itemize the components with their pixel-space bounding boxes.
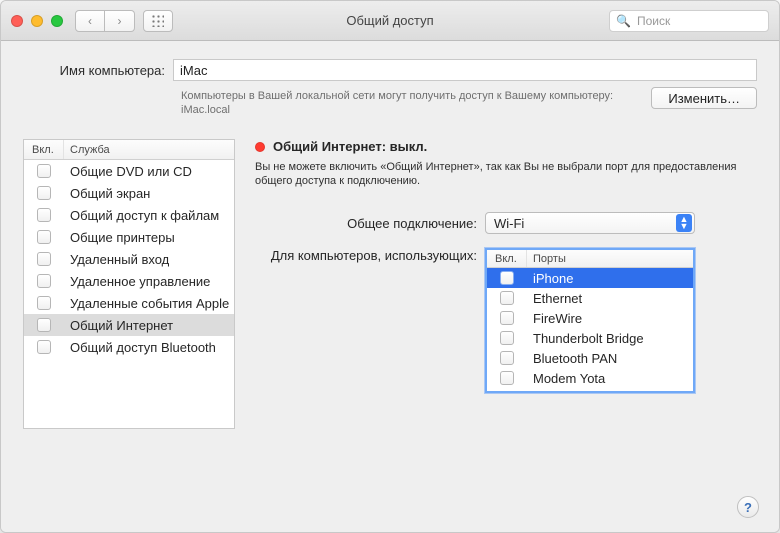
service-label: Общий экран: [64, 186, 234, 201]
show-all-button[interactable]: [143, 10, 173, 32]
close-icon[interactable]: [11, 15, 23, 27]
forward-button[interactable]: ›: [105, 10, 135, 32]
port-checkbox[interactable]: [487, 331, 527, 345]
service-row[interactable]: Удаленный вход: [24, 248, 234, 270]
share-from-label: Общее подключение:: [255, 216, 485, 231]
computer-name-hint: Компьютеры в Вашей локальной сети могут …: [181, 87, 637, 117]
search-icon: 🔍: [616, 14, 631, 28]
port-checkbox[interactable]: [487, 351, 527, 365]
port-label: Modem Yota: [527, 371, 693, 386]
service-checkbox[interactable]: [24, 164, 64, 178]
ports-header: Вкл. Порты: [487, 250, 693, 268]
service-checkbox[interactable]: [24, 186, 64, 200]
titlebar: ‹ › Общий доступ 🔍 Поиск: [1, 1, 779, 41]
service-label: Удаленный вход: [64, 252, 234, 267]
service-checkbox[interactable]: [24, 230, 64, 244]
service-label: Общий доступ Bluetooth: [64, 340, 234, 355]
computer-name-label: Имя компьютера:: [23, 63, 173, 78]
service-row[interactable]: Общие принтеры: [24, 226, 234, 248]
search-placeholder: Поиск: [637, 14, 670, 28]
status-indicator-icon: [255, 142, 265, 152]
service-label: Общие принтеры: [64, 230, 234, 245]
ports-list[interactable]: Вкл. Порты iPhone Ethernet FireWire Thunder…: [485, 248, 695, 393]
port-row[interactable]: Modem Yota: [487, 368, 693, 388]
service-label: Общий Интернет: [64, 318, 234, 333]
service-checkbox[interactable]: [24, 252, 64, 266]
back-button[interactable]: ‹: [75, 10, 105, 32]
ports-header-name: Порты: [527, 250, 693, 267]
minimize-icon[interactable]: [31, 15, 43, 27]
computer-name-row: Имя компьютера:: [23, 59, 757, 81]
service-label: Удаленное управление: [64, 274, 234, 289]
service-label: Общий доступ к файлам: [64, 208, 234, 223]
service-row[interactable]: Общий экран: [24, 182, 234, 204]
status-description: Вы не можете включить «Общий Интернет», …: [255, 160, 757, 188]
to-computers-label: Для компьютеров, использующих:: [255, 248, 485, 264]
port-row[interactable]: Bluetooth PAN: [487, 348, 693, 368]
edit-hostname-button[interactable]: Изменить…: [651, 87, 757, 109]
window-controls: [11, 15, 63, 27]
share-from-value: Wi-Fi: [494, 216, 524, 231]
service-row[interactable]: Общие DVD или CD: [24, 160, 234, 182]
service-row[interactable]: Общий доступ Bluetooth: [24, 336, 234, 358]
main-area: Вкл. Служба Общие DVD или CD Общий экран О…: [23, 139, 757, 429]
service-label: Удаленные события Apple: [64, 296, 234, 311]
services-header-on: Вкл.: [24, 140, 64, 159]
ports-header-on: Вкл.: [487, 250, 527, 267]
port-row[interactable]: FireWire: [487, 308, 693, 328]
search-input[interactable]: 🔍 Поиск: [609, 10, 769, 32]
share-from-select[interactable]: Wi-Fi ▲▼: [485, 212, 695, 234]
help-button[interactable]: ?: [737, 496, 759, 518]
port-checkbox[interactable]: [487, 271, 527, 285]
chevron-right-icon: ›: [118, 14, 122, 28]
port-row[interactable]: iPhone: [487, 268, 693, 288]
preferences-window: ‹ › Общий доступ 🔍 Поиск Имя компьютера:…: [0, 0, 780, 533]
port-label: iPhone: [527, 271, 693, 286]
port-label: Bluetooth PAN: [527, 351, 693, 366]
port-label: Thunderbolt Bridge: [527, 331, 693, 346]
port-checkbox[interactable]: [487, 311, 527, 325]
chevron-left-icon: ‹: [88, 14, 92, 28]
service-row[interactable]: Общий Интернет: [24, 314, 234, 336]
service-label: Общие DVD или CD: [64, 164, 234, 179]
content: Имя компьютера: Компьютеры в Вашей локал…: [1, 41, 779, 532]
services-header-name: Служба: [64, 140, 234, 159]
status-line: Общий Интернет: выкл.: [255, 139, 757, 154]
service-row[interactable]: Удаленные события Apple: [24, 292, 234, 314]
service-checkbox[interactable]: [24, 318, 64, 332]
services-list[interactable]: Вкл. Служба Общие DVD или CD Общий экран О…: [23, 139, 235, 429]
service-checkbox[interactable]: [24, 296, 64, 310]
port-label: FireWire: [527, 311, 693, 326]
port-row[interactable]: Ethernet: [487, 288, 693, 308]
port-checkbox[interactable]: [487, 291, 527, 305]
service-checkbox[interactable]: [24, 208, 64, 222]
detail-pane: Общий Интернет: выкл. Вы не можете включ…: [255, 139, 757, 429]
port-row[interactable]: Thunderbolt Bridge: [487, 328, 693, 348]
service-row[interactable]: Общий доступ к файлам: [24, 204, 234, 226]
status-text: Общий Интернет: выкл.: [273, 139, 427, 154]
port-label: Ethernet: [527, 291, 693, 306]
port-checkbox[interactable]: [487, 371, 527, 385]
updown-icon: ▲▼: [676, 214, 692, 232]
service-checkbox[interactable]: [24, 274, 64, 288]
computer-name-hint-row: Компьютеры в Вашей локальной сети могут …: [23, 87, 757, 117]
service-checkbox[interactable]: [24, 340, 64, 354]
ports-row: Для компьютеров, использующих: Вкл. Порт…: [255, 248, 757, 393]
services-header: Вкл. Служба: [24, 140, 234, 160]
zoom-icon[interactable]: [51, 15, 63, 27]
computer-name-field[interactable]: [173, 59, 757, 81]
share-from-row: Общее подключение: Wi-Fi ▲▼: [255, 212, 757, 234]
grid-icon: [152, 15, 164, 27]
service-row[interactable]: Удаленное управление: [24, 270, 234, 292]
nav-buttons: ‹ ›: [75, 10, 135, 32]
